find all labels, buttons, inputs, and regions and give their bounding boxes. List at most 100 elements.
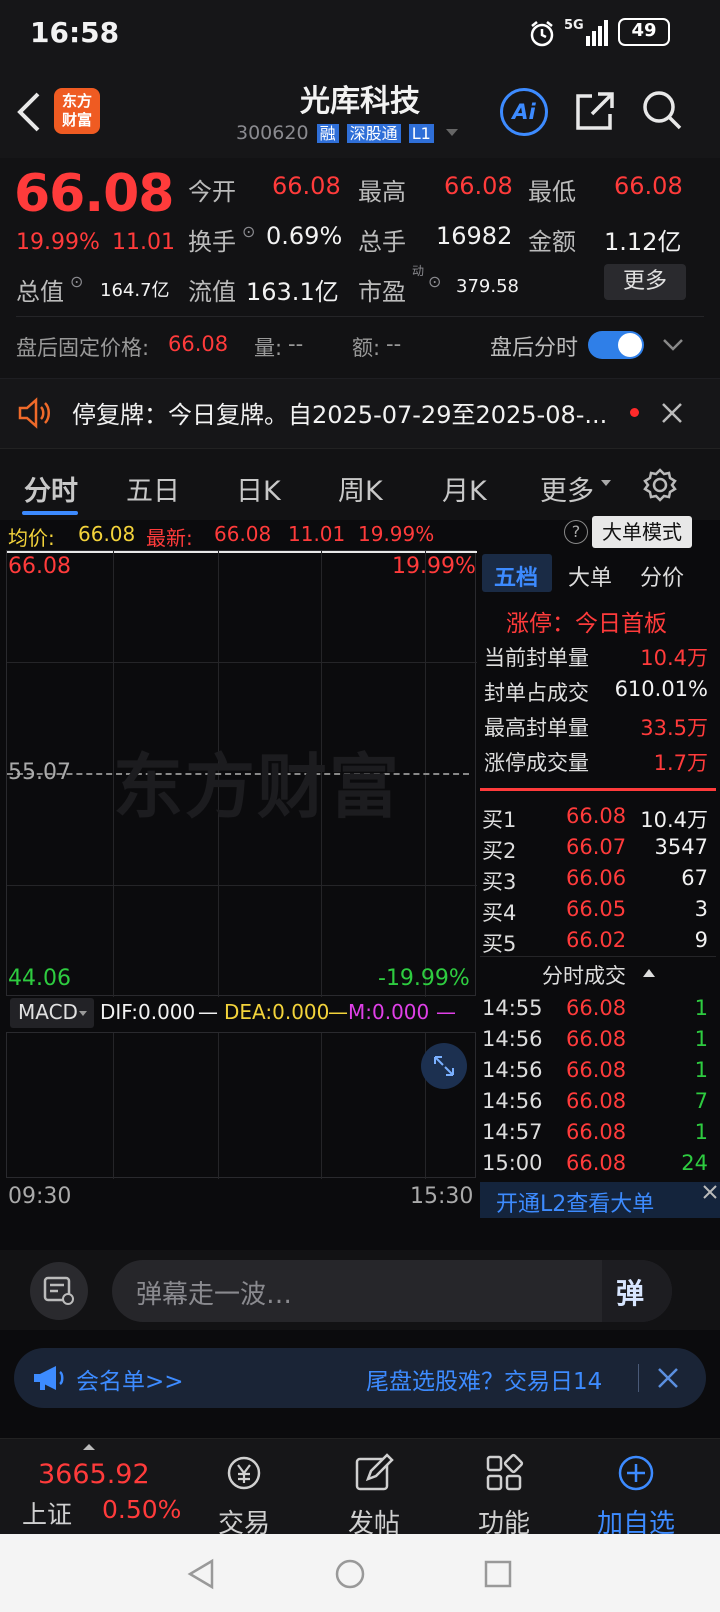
pe-label: 市盈 [358,278,406,306]
alarm-icon [530,21,554,47]
battery-icon: 49 [618,18,670,46]
tab-timeshare[interactable]: 分时 [24,469,78,508]
open-label: 今开 [188,178,236,206]
mktcap-label: 总值 [16,278,64,306]
close-icon[interactable] [656,1366,680,1390]
tab-price-distribution[interactable]: 分价 [640,560,684,592]
after-vol-label: 量: [254,336,283,360]
tab-daily-k[interactable]: 日K [236,469,281,508]
price-chart[interactable]: 东方财富 [6,550,477,997]
ticker-right-text: 尾盘选股难？交易日14 [366,1369,603,1395]
time-start: 09:30 [8,1184,72,1209]
avg-value: 66.08 [78,522,136,546]
tag-connect: 深股通 [346,124,401,143]
info-icon[interactable]: ⊙ [70,272,83,291]
pe-sup: 动 [412,264,425,278]
after-price: 66.08 [168,332,229,356]
bid-row[interactable]: 买4 66.05 3 [480,895,712,927]
notice-text: 停复牌：今日复牌。自2025-07-29至2025-08-... [72,401,608,429]
macd-dif: DIF:0.000 [100,1000,196,1024]
avg-label: 均价: [8,526,55,550]
gear-icon[interactable] [642,467,678,503]
latest-chg: 11.01 [288,522,346,546]
speaker-icon [18,397,50,429]
tick-row: 14:57 66.08 1 [482,1120,708,1144]
close-icon[interactable] [702,1184,718,1200]
divider [16,316,704,317]
index-name[interactable]: 上证 [22,1495,72,1531]
battery-level: 49 [631,20,657,41]
tick-row: 14:56 66.08 1 [482,1027,708,1051]
indicator-label: MACD [18,1000,78,1024]
chart-top-pct: 19.99% [392,554,476,579]
latest-value: 66.08 [214,522,272,546]
danmu-input[interactable]: 弹幕走一波… 弹 [112,1260,672,1322]
back-triangle-icon[interactable] [186,1558,216,1590]
more-button[interactable]: 更多 [604,264,686,300]
expand-icon[interactable] [421,1043,467,1089]
change-pct: 19.99% [16,230,100,255]
close-icon[interactable] [660,401,684,425]
tab-more[interactable]: 更多 [540,469,594,508]
chart-mid-price: 55.07 [8,760,71,785]
amount-label: 金额 [528,228,576,256]
suspension-notice[interactable]: 停复牌：今日复牌。自2025-07-29至2025-08-... [0,378,720,448]
high-value: 66.08 [444,172,513,200]
danmu-send-button[interactable]: 弹 [602,1260,672,1322]
bid-row[interactable]: 买1 66.08 10.4万 [480,802,712,834]
info-icon[interactable]: ⊙ [428,272,441,291]
bid-row[interactable]: 买2 66.07 3547 [480,833,712,865]
unread-dot [630,408,639,417]
index-pct[interactable]: 0.50% [102,1495,181,1524]
nav-functions[interactable]: 功能 [454,1453,554,1540]
nav-post[interactable]: 发帖 [324,1453,424,1540]
apps-grid-icon [486,1453,524,1491]
chart-tabs: 分时 五日 日K 周K 月K 更多 [0,448,720,520]
stat-row: 最高封单量 33.5万 [484,716,708,740]
danmu-placeholder: 弹幕走一波… [136,1280,293,1310]
watermark: 东方财富 [113,746,401,828]
bid-row[interactable]: 买3 66.06 67 [480,864,712,896]
tab-five-day[interactable]: 五日 [126,469,180,508]
l2-banner[interactable]: 开通L2查看大单 [480,1182,720,1218]
chevron-down-icon[interactable] [662,338,684,352]
ai-assistant-icon[interactable]: Ai [500,88,548,136]
big-order-mode-button[interactable]: 大单模式 [592,516,692,548]
danmu-settings-icon[interactable] [30,1262,88,1320]
nav-trade[interactable]: 交易 [194,1453,294,1540]
limit-status: 涨停：今日首板 [506,611,667,637]
timeshare-chart-area: 均价: 66.08 最新: 66.08 11.01 19.99% ? 大单模式 … [0,516,720,1250]
share-icon[interactable] [574,90,616,132]
scrolling-ticker[interactable]: 会名单>> 尾盘选股难？交易日14 [14,1348,706,1408]
stock-code-row: 300620 融 深股通 L1 [236,120,460,146]
nav-add-watchlist[interactable]: 加自选 [586,1453,686,1540]
tab-monthly-k[interactable]: 月K [442,469,487,508]
active-tab-indicator [22,511,78,515]
after-label: 盘后固定价格: [16,336,150,360]
home-circle-icon[interactable] [334,1558,366,1590]
recent-apps-icon[interactable] [484,1560,512,1588]
tab-weekly-k[interactable]: 周K [338,469,383,508]
high-label: 最高 [358,178,406,206]
stat-row: 涨停成交量 1.7万 [484,751,708,775]
turnover-label: 换手 [188,228,236,256]
ticks-title[interactable]: 分时成交 [542,960,626,990]
after-amt-label: 额: [352,336,381,360]
system-nav-bar [0,1534,720,1612]
stock-code: 300620 [236,122,309,144]
search-icon[interactable] [640,88,684,132]
change-value: 11.01 [112,230,175,255]
indicator-selector[interactable]: MACD [10,998,94,1028]
volume-value: 16982 [436,222,513,250]
after-timeshare-toggle[interactable] [588,331,644,359]
index-value[interactable]: 3665.92 [38,1459,150,1490]
tab-big-orders[interactable]: 大单 [568,560,612,592]
tick-row: 14:56 66.08 1 [482,1058,708,1082]
bid-row[interactable]: 买5 66.02 9 [480,926,712,958]
chevron-down-icon[interactable] [444,127,460,139]
help-icon[interactable]: ? [564,520,588,544]
tick-row: 14:56 66.08 7 [482,1089,708,1113]
macd-chart[interactable] [6,1032,476,1179]
info-icon[interactable]: ⊙ [242,222,255,241]
tab-five-levels[interactable]: 五档 [494,560,538,592]
